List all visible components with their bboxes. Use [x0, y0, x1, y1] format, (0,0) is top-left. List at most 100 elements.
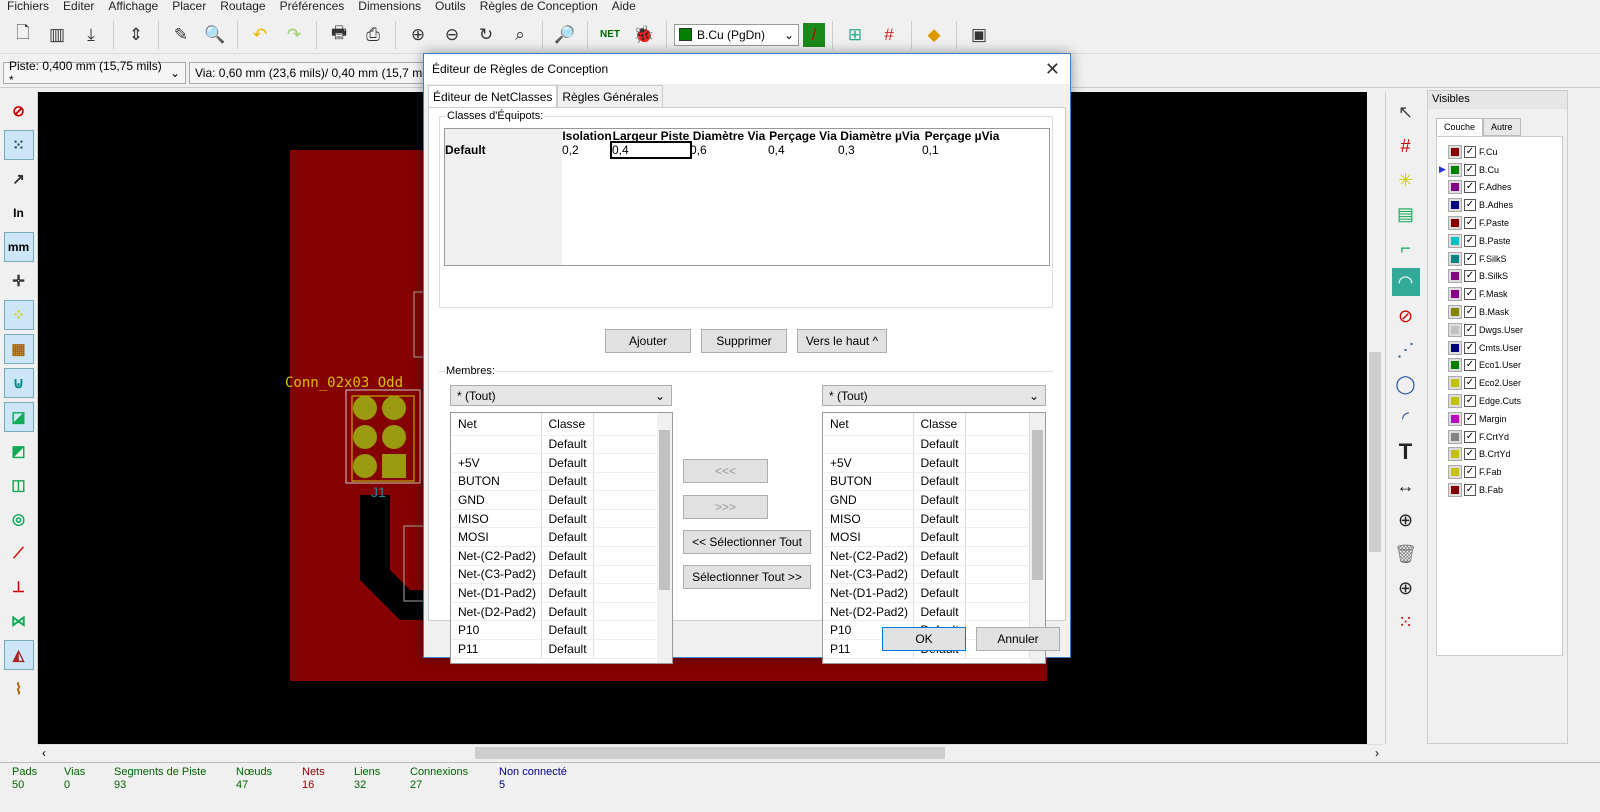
add-footprint-icon[interactable]: ▤: [1392, 200, 1420, 228]
microwave-tools-icon[interactable]: ⌇: [4, 674, 34, 704]
layer-row[interactable]: ✓ B.Paste: [1437, 232, 1562, 250]
menu-1[interactable]: Editer: [56, 0, 101, 14]
left-members-list[interactable]: Net Classe Default +5V Default BUTON Default GN…: [450, 412, 673, 664]
layer-color-swatch[interactable]: [1448, 465, 1462, 480]
menu-5[interactable]: Préférences: [273, 0, 352, 14]
horizontal-scrollbar[interactable]: ‹ ›: [38, 744, 1383, 761]
column-header[interactable]: Perçage Via: [768, 129, 838, 143]
netclass-cell[interactable]: 0,4: [610, 141, 692, 159]
select-all-left-button[interactable]: << Sélectionner Tout: [683, 530, 811, 554]
autoroute-icon[interactable]: ◆: [919, 20, 949, 50]
set-origin-icon[interactable]: ⊕: [1392, 574, 1420, 602]
zone-fill-icon[interactable]: ◪: [3, 402, 34, 432]
layers-manager-icon[interactable]: ◭: [3, 640, 34, 670]
redo-icon[interactable]: ↷: [279, 20, 309, 50]
layer-row[interactable]: ✓ Eco2.User: [1437, 374, 1562, 392]
find-icon[interactable]: 🔎: [550, 20, 580, 50]
layer-row[interactable]: ✓ F.Adhes: [1437, 179, 1562, 197]
layer-row[interactable]: ✓ Edge.Cuts: [1437, 392, 1562, 410]
layer-color-swatch[interactable]: [1448, 447, 1462, 462]
netlist-icon[interactable]: NET: [595, 20, 625, 50]
netclass-cell[interactable]: 0,2: [562, 143, 612, 157]
layer-row[interactable]: ✓ B.Fab: [1437, 481, 1562, 499]
member-row[interactable]: Net-(C3-Pad2) Default: [823, 565, 1030, 585]
delete-button[interactable]: Supprimer: [701, 329, 787, 353]
members-column-header[interactable]: Classe: [913, 413, 966, 436]
layer-color-swatch[interactable]: [1448, 305, 1462, 320]
menu-6[interactable]: Dimensions: [351, 0, 428, 14]
member-row[interactable]: Net-(D2-Pad2) Default: [451, 602, 658, 622]
left-filter-select[interactable]: * (Tout) ⌄: [450, 385, 672, 406]
select-all-right-button[interactable]: Sélectionner Tout >>: [683, 565, 811, 589]
list-scrollbar[interactable]: [1030, 413, 1045, 663]
netclass-cell[interactable]: 0,3: [838, 143, 922, 157]
drc-off-icon[interactable]: ⊘: [4, 96, 34, 126]
tab-general-rules[interactable]: Règles Générales: [557, 85, 664, 109]
pad-sketch-icon[interactable]: ◎: [4, 504, 34, 534]
menu-0[interactable]: Fichiers: [0, 0, 56, 14]
column-header[interactable]: Perçage µVia: [922, 129, 1002, 143]
save-icon[interactable]: ⤓: [76, 20, 106, 50]
add-button[interactable]: Ajouter: [605, 329, 691, 353]
ratsnest-icon[interactable]: ⁘: [3, 300, 34, 330]
move-left-button[interactable]: <<<: [683, 459, 768, 483]
high-contrast-icon[interactable]: ⋈: [4, 606, 34, 636]
member-row[interactable]: MISO Default: [451, 509, 658, 529]
redraw-icon[interactable]: ↻: [471, 20, 501, 50]
layer-color-swatch[interactable]: [1448, 376, 1462, 391]
netclass-name[interactable]: Default: [445, 143, 562, 157]
zoom-in-icon[interactable]: ⊕: [403, 20, 433, 50]
member-row[interactable]: +5V Default: [451, 453, 658, 473]
layer-row[interactable]: ✓ B.Mask: [1437, 303, 1562, 321]
menu-2[interactable]: Affichage: [101, 0, 165, 14]
member-row[interactable]: GND Default: [451, 490, 658, 510]
layer-visible-checkbox[interactable]: ✓: [1464, 252, 1476, 265]
drc-icon[interactable]: 🐞: [629, 20, 659, 50]
layer-visible-checkbox[interactable]: ✓: [1464, 270, 1476, 283]
layer-row[interactable]: ✓ Cmts.User: [1437, 339, 1562, 357]
column-header[interactable]: Largeur Piste: [612, 129, 690, 143]
member-row[interactable]: P11Default: [451, 639, 658, 659]
track-width-select[interactable]: Piste: 0,400 mm (15,75 mils) * ⌄: [3, 59, 186, 87]
footprint-editor-icon[interactable]: ✎: [166, 20, 196, 50]
right-filter-select[interactable]: * (Tout) ⌄: [822, 385, 1046, 406]
layer-color-swatch[interactable]: [1448, 358, 1462, 373]
tab-netclasses[interactable]: Éditeur de NetClasses: [428, 85, 558, 109]
via-size-select[interactable]: Via: 0,60 mm (23,6 mils)/ 0,40 mm (15,7 …: [189, 61, 449, 84]
layer-row[interactable]: ✓ Margin: [1437, 410, 1562, 428]
module-ratsnest-icon[interactable]: ▦: [3, 334, 34, 364]
netclass-cell[interactable]: 0,6: [690, 143, 768, 157]
grid-icon[interactable]: ⁙: [3, 130, 34, 160]
layer-row[interactable]: ✓ B.SilkS: [1437, 268, 1562, 286]
list-scrollbar[interactable]: [657, 413, 672, 663]
zoom-out-icon[interactable]: ⊖: [437, 20, 467, 50]
layer-visible-checkbox[interactable]: ✓: [1464, 288, 1476, 301]
scroll-thumb[interactable]: [1032, 430, 1043, 580]
add-dimension-icon[interactable]: ↔: [1392, 472, 1420, 500]
menu-4[interactable]: Routage: [213, 0, 272, 14]
layer-visible-checkbox[interactable]: ✓: [1464, 217, 1476, 230]
layer-color-swatch[interactable]: [1448, 233, 1462, 248]
move-right-button[interactable]: >>>: [683, 495, 768, 519]
layer-row[interactable]: ✓ F.Paste: [1437, 214, 1562, 232]
ok-button[interactable]: OK: [882, 627, 966, 651]
footprint-browser-icon[interactable]: 🔍: [200, 20, 230, 50]
zoom-fit-icon[interactable]: ⌕: [505, 20, 535, 50]
new-board-icon[interactable]: 🗋: [8, 20, 38, 50]
layer-color-swatch[interactable]: [1448, 411, 1462, 426]
layer-row[interactable]: ✓ Eco1.User: [1437, 357, 1562, 375]
add-zone-icon[interactable]: ◠: [1391, 268, 1420, 296]
layer-color-swatch[interactable]: [1448, 216, 1462, 231]
layer-visible-checkbox[interactable]: ✓: [1464, 341, 1476, 354]
polar-coords-icon[interactable]: ↗: [4, 164, 34, 194]
mode-track-icon[interactable]: #: [874, 20, 904, 50]
scripting-console-icon[interactable]: ▣: [964, 20, 994, 50]
local-ratsnest-icon[interactable]: ✳: [1392, 166, 1420, 194]
add-line-icon[interactable]: ⋰: [1392, 336, 1420, 364]
layer-color-swatch[interactable]: [1448, 180, 1462, 195]
member-row[interactable]: Net-(D2-Pad2) Default: [823, 602, 1030, 622]
zone-sketch-icon[interactable]: ◫: [4, 470, 34, 500]
tab-autre[interactable]: Autre: [1483, 118, 1521, 136]
cancel-button[interactable]: Annuler: [976, 627, 1060, 651]
add-text-icon[interactable]: T: [1392, 438, 1420, 466]
